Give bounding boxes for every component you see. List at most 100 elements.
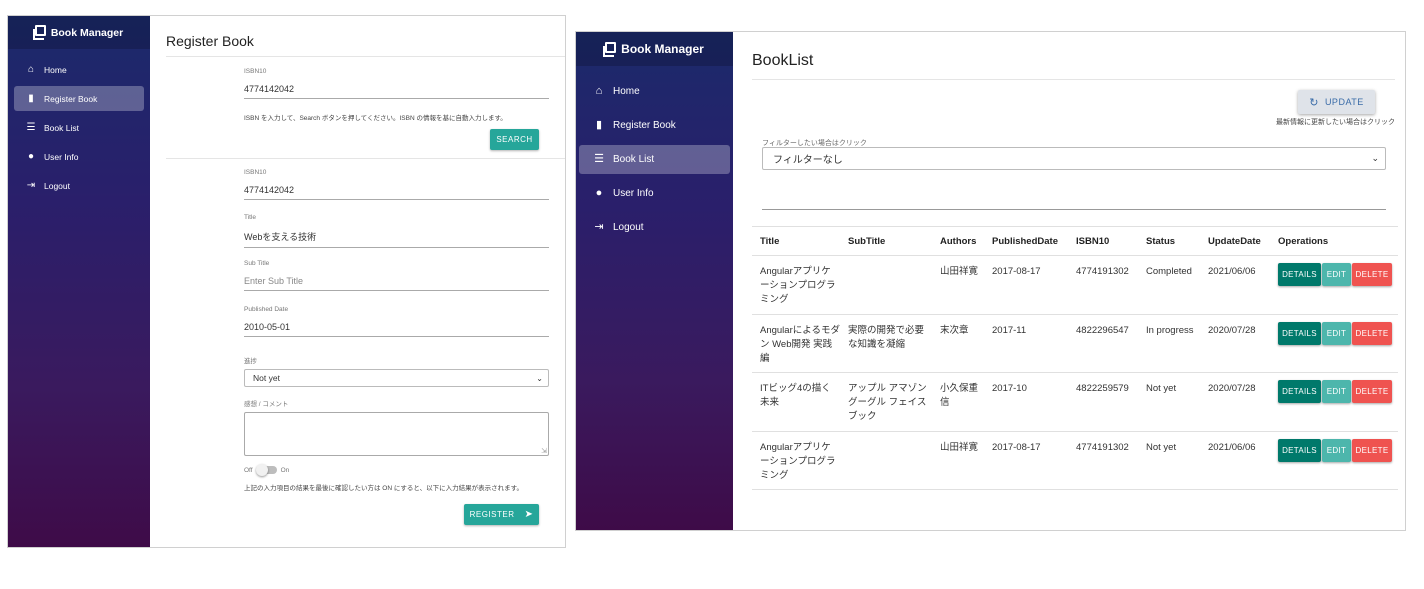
search-button[interactable]: SEARCH	[490, 129, 539, 150]
chevron-down-icon: ⌄	[536, 373, 543, 383]
sidebar-item-register-book[interactable]: ▮ Register Book	[579, 111, 730, 140]
edit-button[interactable]: EDIT	[1322, 380, 1351, 403]
delete-button[interactable]: DELETE	[1352, 380, 1392, 403]
details-button[interactable]: DETAILS	[1278, 380, 1321, 403]
subtitle-label: Sub Title	[244, 260, 270, 267]
sidebar-item-book-list[interactable]: ☰ Book List	[579, 145, 730, 174]
sidebar: Book Manager ⌂ Home ▮ Register Book ☰ Book Li…	[576, 32, 733, 530]
divider	[752, 79, 1395, 80]
register-button[interactable]: REGISTER ➤	[464, 504, 539, 525]
sidebar-item-register-book[interactable]: ▮ Register Book	[14, 86, 144, 111]
column-header-publisheddate: PublishedDate	[984, 226, 1068, 256]
list-icon: ☰	[26, 121, 36, 133]
sidebar-item-label: User Info	[613, 188, 654, 199]
delete-button[interactable]: DELETE	[1352, 438, 1392, 462]
sidebar-item-label: Register Book	[613, 120, 676, 131]
published-date-input[interactable]: 2010-05-01	[244, 313, 549, 337]
toggle-on-label: On	[280, 466, 290, 474]
confirm-toggle[interactable]	[255, 464, 277, 476]
confirm-hint: 上記の入力項目の結果を最後に確認したい方は ON にすると、以下に入力結果が表示…	[244, 485, 524, 492]
cell-status: Completed	[1138, 255, 1200, 315]
search-isbn-input[interactable]: 4774142042	[244, 75, 549, 99]
edit-button[interactable]: EDIT	[1322, 263, 1351, 286]
brand[interactable]: Book Manager	[8, 16, 150, 49]
title-input[interactable]: Webを支える技術	[244, 221, 549, 248]
column-header-subtitle: SubTitle	[840, 226, 932, 256]
sidebar-item-logout[interactable]: ⇥ Logout	[579, 213, 730, 242]
cell-title: Angularアプリケーションプログラミング	[752, 255, 840, 315]
delete-button[interactable]: DELETE	[1352, 263, 1392, 286]
table-body: Angularアプリケーションプログラミング 山田祥寛 2017-08-17 4774…	[752, 255, 1398, 490]
cell-subtitle	[840, 255, 932, 315]
published-date-field[interactable]: Published Date 2010-05-01	[244, 306, 549, 337]
delete-button[interactable]: DELETE	[1352, 321, 1392, 345]
cell-updated: 2020/07/28	[1200, 314, 1270, 373]
details-button[interactable]: DETAILS	[1278, 438, 1321, 462]
sidebar-item-user-info[interactable]: ● User Info	[14, 144, 144, 169]
cell-published: 2017-08-17	[984, 255, 1068, 315]
details-button[interactable]: DETAILS	[1278, 321, 1321, 345]
search-isbn-label: ISBN10	[244, 68, 267, 75]
column-header-authors: Authors	[932, 226, 984, 256]
edit-button[interactable]: EDIT	[1322, 321, 1351, 345]
sidebar: Book Manager ⌂ Home ▮ Register Book ☰ Book Li…	[8, 16, 150, 547]
brand[interactable]: Book Manager	[576, 32, 733, 66]
cell-published: 2017-10	[984, 372, 1068, 432]
edit-button[interactable]: EDIT	[1322, 438, 1351, 462]
cell-isbn: 4822296547	[1068, 314, 1138, 373]
resize-handle-icon: ⇲	[541, 448, 547, 455]
cell-updated: 2020/07/28	[1200, 372, 1270, 432]
brand-name: Book Manager	[621, 42, 704, 56]
divider	[166, 158, 565, 159]
sidebar-item-book-list[interactable]: ☰ Book List	[14, 115, 144, 140]
home-icon: ⌂	[595, 85, 603, 97]
cell-operations: DETAILS EDIT DELETE	[1270, 372, 1398, 432]
subtitle-input[interactable]: Enter Sub Title	[244, 267, 549, 291]
search-isbn-field[interactable]: ISBN10 4774142042	[244, 68, 549, 99]
cell-isbn: 4774191302	[1068, 431, 1138, 490]
cell-updated: 2021/06/06	[1200, 431, 1270, 490]
sidebar-item-logout[interactable]: ⇥ Logout	[14, 173, 144, 198]
column-header-updatedate: UpdateDate	[1200, 226, 1270, 256]
books-table: Title SubTitle Authors PublishedDate ISBN10 S…	[752, 226, 1398, 490]
update-button[interactable]: ↻ UPDATE	[1298, 90, 1375, 114]
progress-label: 進捗	[244, 358, 257, 365]
sidebar-item-label: Book List	[44, 122, 79, 133]
sidebar-item-home[interactable]: ⌂ Home	[579, 77, 730, 106]
isbn-label: ISBN10	[244, 169, 267, 176]
progress-select[interactable]: Not yet ⌄	[244, 369, 549, 387]
table-row: Angularによるモダン Web開発 実践編 実際の開発で必要な知識を凝縮 末次章…	[752, 314, 1398, 373]
column-header-title: Title	[752, 226, 840, 256]
sidebar-item-label: Register Book	[44, 93, 98, 104]
home-icon: ⌂	[27, 63, 35, 75]
register-button-label: REGISTER	[469, 510, 515, 519]
filter-select-value: フィルターなし	[773, 155, 843, 166]
library-icon	[32, 25, 46, 40]
sidebar-item-user-info[interactable]: ● User Info	[579, 179, 730, 208]
subtitle-field[interactable]: Sub Title Enter Sub Title	[244, 260, 549, 291]
title-field[interactable]: Title Webを支える技術	[244, 214, 549, 248]
cell-published: 2017-08-17	[984, 431, 1068, 490]
sidebar-item-home[interactable]: ⌂ Home	[14, 57, 144, 82]
details-button[interactable]: DETAILS	[1278, 263, 1321, 286]
sidebar-item-label: Logout	[44, 180, 70, 191]
book-icon: ▮	[28, 92, 34, 104]
logout-icon: ⇥	[594, 221, 604, 233]
table-row: ITビッグ4の描く未来 アップル アマゾン グーグル フェイスブック 小久保重信 20…	[752, 372, 1398, 432]
sidebar-item-label: Home	[613, 86, 640, 97]
toggle-off-label: Off	[244, 466, 253, 474]
page-title: Register Book	[166, 33, 254, 49]
isbn-field[interactable]: ISBN10 4774142042	[244, 169, 549, 200]
table-header-row: Title SubTitle Authors PublishedDate ISBN10 S…	[752, 226, 1398, 256]
user-icon: ●	[27, 150, 35, 162]
filter-select[interactable]: フィルターなし ⌄	[762, 147, 1386, 170]
isbn-input[interactable]: 4774142042	[244, 176, 549, 200]
cell-published: 2017-11	[984, 314, 1068, 373]
send-icon: ➤	[524, 509, 534, 520]
booklist-main: BookList ↻ UPDATE 最新情報に更新したい場合はクリック フィルタ…	[733, 32, 1405, 530]
cell-status: In progress	[1138, 314, 1200, 373]
sidebar-item-label: Logout	[613, 222, 644, 233]
cell-authors: 山田祥寛	[932, 255, 984, 315]
comment-textarea[interactable]: ⇲	[244, 412, 549, 456]
cell-subtitle	[840, 431, 932, 490]
